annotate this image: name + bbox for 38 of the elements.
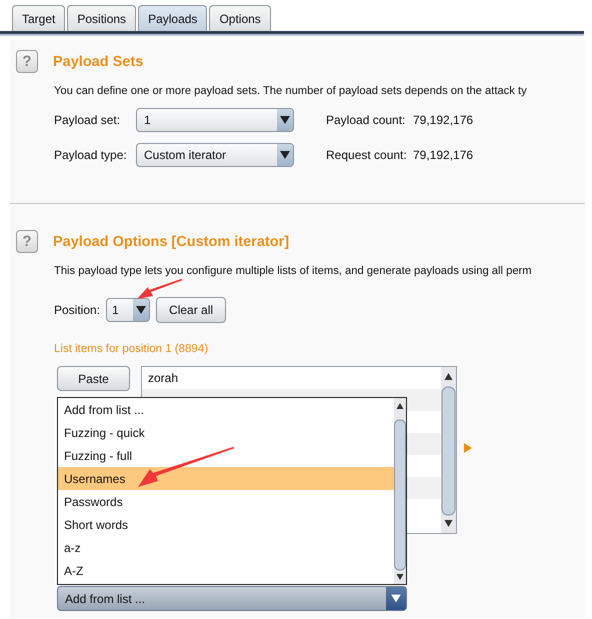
field-label: Position: (54, 303, 100, 317)
description-text: This payload type lets you configure multiple lists of items, and generate payloads using all perm (54, 265, 533, 277)
tab[interactable]: Options (209, 5, 271, 31)
list-label: List items for position 1 (8894) (54, 343, 210, 355)
field-label: Payload set: (54, 113, 122, 127)
caret-icon (277, 144, 293, 166)
add-from-list-dropdown[interactable]: Add from list ... (57, 586, 407, 611)
scrollbar[interactable] (441, 367, 456, 533)
field-label: Payload count: (326, 113, 406, 127)
paste-button[interactable]: Paste (57, 366, 130, 391)
menu-item[interactable]: Fuzzing - full (58, 444, 394, 467)
count-value: 79,192,176 (413, 148, 474, 162)
payload-type-dropdown[interactable]: Custom iterator (136, 143, 294, 167)
scrollbar[interactable] (394, 398, 406, 584)
count-value: 79,192,176 (413, 113, 474, 127)
position-dropdown[interactable]: 1 (106, 298, 150, 322)
payload-set-dropdown[interactable]: 1 (136, 108, 294, 132)
menu-item[interactable]: Fuzzing - quick (58, 421, 394, 444)
section-title: Payload Options [Custom iterator] (53, 234, 290, 250)
menu-item[interactable]: a-z (58, 536, 394, 559)
caret-icon (133, 299, 150, 321)
tab[interactable]: Target (12, 5, 66, 31)
field-label: Payload type: (54, 148, 128, 162)
clear-all-button[interactable]: Clear all (156, 297, 226, 323)
description-text: You can define one or more payload sets. The number of payload sets depends on the attack ty (54, 85, 528, 97)
annotation-arrow (135, 279, 185, 301)
section-title: Payload Sets (53, 54, 144, 70)
tab[interactable]: Positions (67, 5, 136, 31)
menu-item[interactable]: Short words (58, 513, 394, 536)
menu-item[interactable]: A-Z (58, 559, 394, 582)
tab[interactable]: Payloads (138, 5, 208, 31)
caret-icon (277, 109, 293, 131)
expand-arrow-icon[interactable] (464, 443, 472, 453)
menu-item[interactable]: Add from list ... (58, 398, 394, 421)
caret-icon (386, 587, 406, 610)
field-label: Request count: (326, 148, 408, 162)
menu-item[interactable]: Passwords (58, 490, 394, 513)
menu-item[interactable]: Usernames (58, 467, 394, 490)
